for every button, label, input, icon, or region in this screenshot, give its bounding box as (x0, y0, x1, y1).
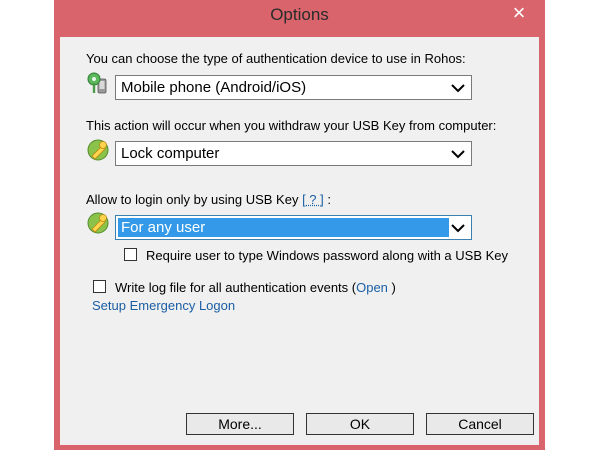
withdraw-action-select[interactable]: Lock computer (115, 141, 472, 166)
login-restriction-value: For any user (121, 219, 206, 236)
help-link[interactable]: [ ? ] (302, 192, 324, 207)
withdraw-action-label: This action will occur when you withdraw… (86, 118, 497, 133)
write-log-checkbox[interactable] (93, 280, 106, 293)
login-restriction-label: Allow to login only by using USB Key [ ?… (86, 192, 331, 207)
chevron-down-icon (451, 84, 465, 93)
withdraw-action-value: Lock computer (121, 145, 220, 162)
login-restriction-label-text: Allow to login only by using USB Key (86, 192, 299, 207)
auth-device-value: Mobile phone (Android/iOS) (121, 79, 307, 96)
write-log-label: Write log file for all authentication ev… (115, 280, 396, 295)
auth-device-label: You can choose the type of authenticatio… (86, 51, 466, 66)
chevron-down-icon (451, 150, 465, 159)
login-restriction-colon: : (327, 192, 332, 207)
key-icon (87, 139, 109, 161)
options-window: Options × You can choose the type of aut… (54, 0, 545, 450)
more-button[interactable]: More... (186, 413, 294, 435)
require-password-checkbox[interactable] (124, 248, 137, 261)
title-bar[interactable]: Options × (54, 0, 545, 36)
write-log-paren: ) (391, 280, 396, 295)
open-log-link[interactable]: Open (356, 280, 388, 295)
login-restriction-select[interactable]: For any user (115, 215, 472, 240)
require-password-label: Require user to type Windows password al… (146, 248, 509, 263)
setup-emergency-logon-link[interactable]: Setup Emergency Logon (92, 298, 235, 313)
cancel-button[interactable]: Cancel (426, 413, 534, 435)
ok-button[interactable]: OK (306, 413, 414, 435)
key-icon (87, 212, 109, 234)
close-button[interactable]: × (501, 0, 537, 25)
auth-device-select[interactable]: Mobile phone (Android/iOS) (115, 75, 472, 100)
window-title: Options (270, 5, 329, 24)
dialog-body: You can choose the type of authenticatio… (60, 37, 539, 445)
chevron-down-icon (451, 224, 465, 233)
write-log-label-text: Write log file for all authentication ev… (115, 280, 357, 295)
phone-key-icon (87, 72, 107, 94)
